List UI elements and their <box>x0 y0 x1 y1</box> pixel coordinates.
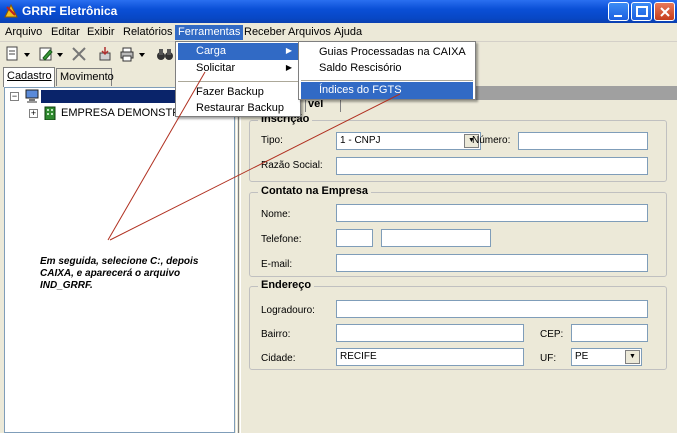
menu-item-fazer-backup[interactable]: Fazer Backup <box>178 84 298 101</box>
razao-social-input[interactable] <box>336 157 648 175</box>
menu-item-solicitar[interactable]: Solicitar ▶ <box>178 60 298 77</box>
tree-expand-icon[interactable]: + <box>29 109 38 118</box>
cep-input[interactable] <box>571 324 648 342</box>
label-email: E-mail: <box>261 259 293 270</box>
menu-item-indices-fgts[interactable]: Índices do FGTS <box>301 82 473 99</box>
label-cidade: Cidade: <box>261 353 296 364</box>
legend-endereco: Endereço <box>258 279 315 291</box>
label-bairro: Bairro: <box>261 329 291 340</box>
legend-contato: Contato na Empresa <box>258 185 371 197</box>
ferramentas-menu: Carga ▶ Solicitar ▶ Fazer Backup Restaur… <box>175 41 301 117</box>
new-document-icon[interactable] <box>4 45 34 63</box>
menu-editar[interactable]: Editar <box>48 25 83 40</box>
submenu-arrow-icon: ▶ <box>285 46 292 55</box>
label-uf: UF: <box>540 353 557 364</box>
tree-collapse-icon[interactable]: − <box>10 92 19 101</box>
tab-cadastro[interactable]: Cadastro <box>3 67 55 87</box>
binoculars-icon[interactable] <box>156 45 174 63</box>
delete-icon[interactable] <box>70 45 88 63</box>
menu-ferramentas[interactable]: Ferramentas <box>175 25 244 40</box>
menu-separator <box>178 81 298 82</box>
label-cep: CEP: <box>540 329 564 340</box>
form-panel: Inscrição Tipo: 1 - CNPJ ▼ Número: Razão… <box>240 112 677 433</box>
computer-icon <box>25 89 39 103</box>
menu-item-restaurar-backup[interactable]: Restaurar Backup <box>178 100 298 117</box>
group-endereco: Endereço Logradouro: Bairro: CEP: Cidade… <box>249 279 667 370</box>
tipo-select[interactable]: 1 - CNPJ ▼ <box>336 132 481 150</box>
tab-movimento-label: Movimento <box>60 71 114 83</box>
instruction-annotation: Em seguida, selecione C:, depois CAIXA, … <box>40 256 199 291</box>
ddd-input[interactable] <box>336 229 373 247</box>
tree-item-company[interactable]: EMPRESA DEMONSTRA <box>61 107 188 119</box>
label-nome: Nome: <box>261 209 291 220</box>
logradouro-input[interactable] <box>336 300 648 318</box>
cidade-input[interactable]: RECIFE <box>336 348 524 366</box>
menu-ajuda[interactable]: Ajuda <box>331 25 365 40</box>
menu-relatorios[interactable]: Relatórios <box>120 25 176 40</box>
menu-separator <box>301 80 473 81</box>
tab-movimento[interactable]: Movimento <box>56 68 114 86</box>
menu-receber-arquivos[interactable]: Receber Arquivos <box>241 25 334 40</box>
title-bar: GRRF Eletrônica <box>0 0 677 23</box>
label-logradouro: Logradouro: <box>261 305 315 316</box>
minimize-button[interactable] <box>608 2 629 21</box>
telefone-input[interactable] <box>381 229 491 247</box>
group-contato: Contato na Empresa Nome: Telefone: E-mai… <box>249 185 667 277</box>
menu-exibir[interactable]: Exibir <box>84 25 118 40</box>
menu-item-guias-processadas[interactable]: Guias Processadas na CAIXA <box>301 44 473 61</box>
email-input[interactable] <box>336 254 648 272</box>
nome-input[interactable] <box>336 204 648 222</box>
menu-item-carga[interactable]: Carga ▶ <box>178 43 298 60</box>
import-icon[interactable] <box>96 45 114 63</box>
splitter[interactable] <box>236 87 239 433</box>
label-telefone: Telefone: <box>261 234 302 245</box>
uf-select[interactable]: PE ▼ <box>571 348 642 366</box>
menu-item-saldo-rescisorio[interactable]: Saldo Rescisório <box>301 60 473 77</box>
menu-item-solicitar-label: Solicitar <box>196 62 236 74</box>
submenu-arrow-icon: ▶ <box>285 63 292 72</box>
bairro-input[interactable] <box>336 324 524 342</box>
tipo-value: 1 - CNPJ <box>340 135 381 146</box>
window-title: GRRF Eletrônica <box>22 4 118 18</box>
menu-arquivo[interactable]: Arquivo <box>2 25 45 40</box>
close-button[interactable] <box>654 2 675 21</box>
app-logo-icon <box>4 4 18 18</box>
label-tipo: Tipo: <box>261 135 283 146</box>
tab-cadastro-label: Cadastro <box>7 70 52 82</box>
print-icon[interactable] <box>118 45 150 63</box>
group-inscricao: Inscrição Tipo: 1 - CNPJ ▼ Número: Razão… <box>249 113 667 182</box>
building-icon <box>44 106 56 120</box>
label-razao-social: Razão Social: <box>261 160 323 171</box>
edit-icon[interactable] <box>38 45 68 63</box>
carga-submenu: Guias Processadas na CAIXA Saldo Rescisó… <box>298 41 476 100</box>
chevron-down-icon[interactable]: ▼ <box>625 350 640 364</box>
menu-item-carga-label: Carga <box>196 45 226 57</box>
label-numero: Número: <box>472 135 511 146</box>
numero-input[interactable] <box>518 132 648 150</box>
menu-bar: Arquivo Editar Exibir Relatórios Ferrame… <box>0 23 677 42</box>
maximize-button[interactable] <box>631 2 652 21</box>
uf-value: PE <box>575 351 589 362</box>
